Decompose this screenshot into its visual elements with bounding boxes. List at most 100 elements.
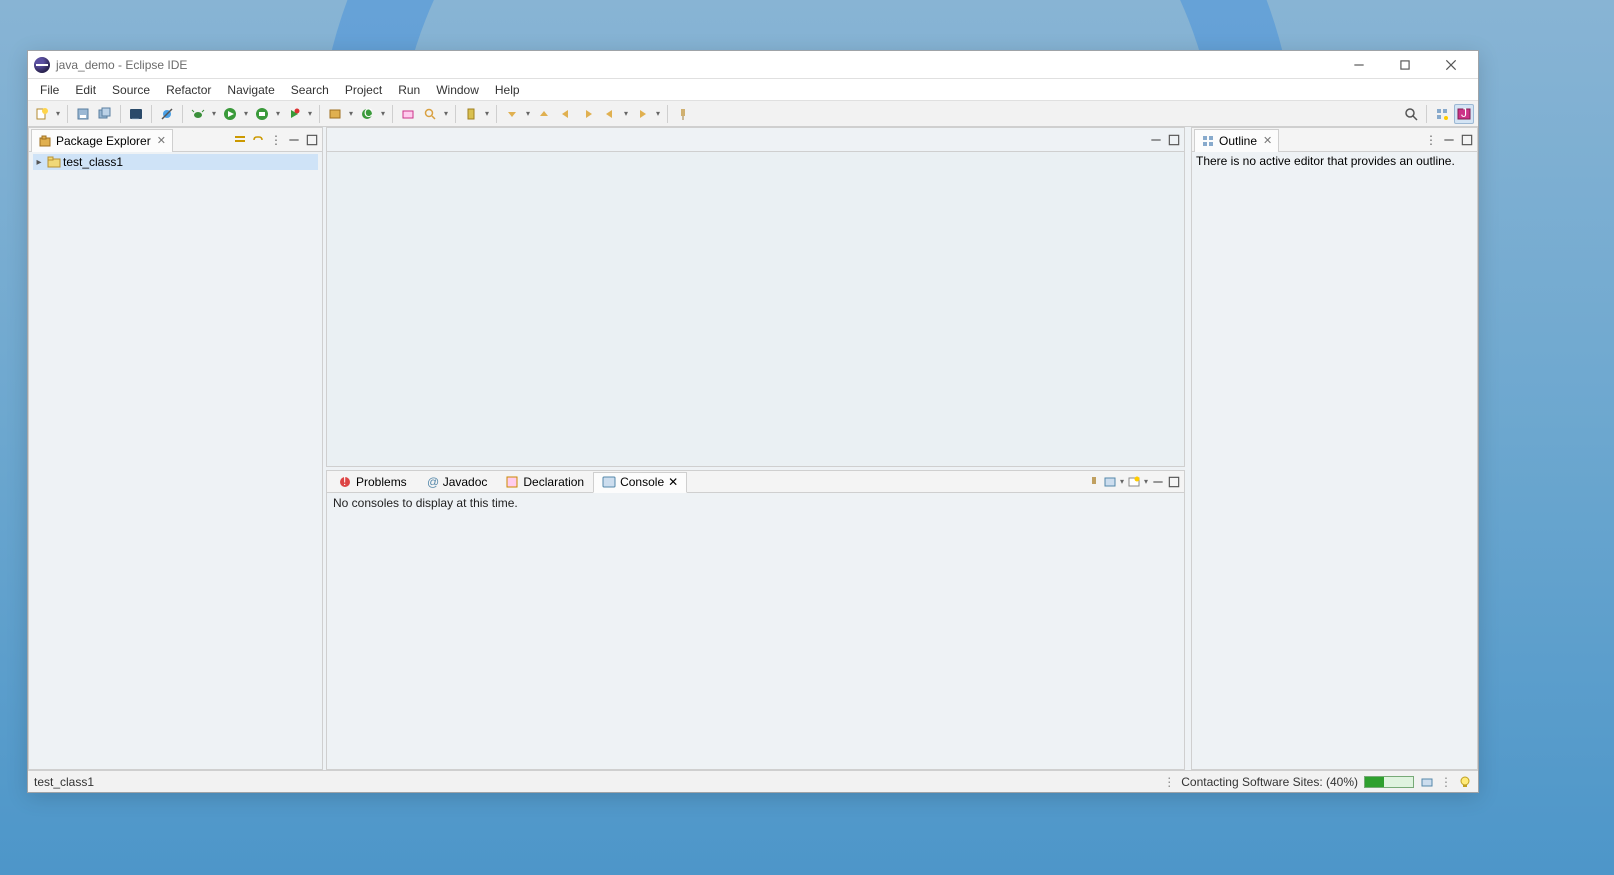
menu-help[interactable]: Help [487, 81, 528, 99]
console-body[interactable]: No consoles to display at this time. [327, 493, 1184, 769]
save-button[interactable] [73, 104, 93, 124]
coverage-dropdown[interactable]: ▾ [274, 109, 282, 118]
debug-dropdown[interactable]: ▾ [210, 109, 218, 118]
new-java-class-button[interactable]: C [357, 104, 377, 124]
outline-title: Outline [1219, 134, 1257, 148]
status-message: Contacting Software Sites: (40%) [1181, 775, 1358, 789]
tab-declaration[interactable]: Declaration [496, 472, 593, 493]
view-menu-button[interactable]: ⋮ [268, 132, 284, 148]
outline-empty-message: There is no active editor that provides … [1196, 154, 1455, 168]
editor-maximize-button[interactable] [1166, 132, 1182, 148]
search-dropdown[interactable]: ▾ [442, 109, 450, 118]
search-button[interactable] [420, 104, 440, 124]
close-icon[interactable]: ✕ [1263, 134, 1272, 147]
expander-icon[interactable]: ▸ [33, 157, 45, 168]
progress-details-icon[interactable] [1420, 775, 1434, 789]
package-explorer-icon [38, 134, 52, 148]
tab-console[interactable]: Console ✕ [593, 472, 687, 493]
open-type-button[interactable] [398, 104, 418, 124]
run-dropdown[interactable]: ▾ [242, 109, 250, 118]
menu-navigate[interactable]: Navigate [219, 81, 282, 99]
minimize-view-button[interactable] [286, 132, 302, 148]
problems-icon: ! [338, 475, 352, 489]
minimize-button[interactable] [1336, 51, 1382, 79]
toggle-mark-button[interactable] [461, 104, 481, 124]
menu-source[interactable]: Source [104, 81, 158, 99]
javadoc-icon: @ [425, 475, 439, 489]
outline-maximize-button[interactable] [1459, 132, 1475, 148]
tip-icon[interactable] [1458, 775, 1472, 789]
tab-javadoc[interactable]: @ Javadoc [416, 472, 497, 493]
editor-minimize-button[interactable] [1148, 132, 1164, 148]
new-dropdown[interactable]: ▾ [54, 109, 62, 118]
collapse-all-button[interactable] [232, 132, 248, 148]
tree-item-label: test_class1 [63, 155, 123, 169]
window-title: java_demo - Eclipse IDE [56, 58, 187, 72]
new-button[interactable] [32, 104, 52, 124]
forward-button[interactable] [578, 104, 598, 124]
outline-header: Outline ✕ ⋮ [1192, 128, 1477, 152]
new-package-dropdown[interactable]: ▾ [347, 109, 355, 118]
run-last-dropdown[interactable]: ▾ [306, 109, 314, 118]
menu-run[interactable]: Run [390, 81, 428, 99]
terminal-button[interactable]: _ [126, 104, 146, 124]
java-perspective-button[interactable]: J [1454, 104, 1474, 124]
outline-view-menu[interactable]: ⋮ [1423, 132, 1439, 148]
svg-text:!: ! [343, 475, 346, 488]
progress-bar [1364, 776, 1414, 788]
outline-body: There is no active editor that provides … [1192, 152, 1477, 769]
menu-search[interactable]: Search [283, 81, 337, 99]
outline-tab[interactable]: Outline ✕ [1194, 129, 1279, 152]
run-button[interactable] [220, 104, 240, 124]
maximize-view-button[interactable] [304, 132, 320, 148]
tree-item[interactable]: ▸ test_class1 [33, 154, 318, 170]
menu-project[interactable]: Project [337, 81, 390, 99]
console-icon [602, 475, 616, 489]
pin-console-button[interactable] [1086, 474, 1102, 490]
menu-window[interactable]: Window [428, 81, 487, 99]
link-editor-button[interactable] [250, 132, 266, 148]
maximize-button[interactable] [1382, 51, 1428, 79]
new-class-dropdown[interactable]: ▾ [379, 109, 387, 118]
open-perspective-button[interactable] [1432, 104, 1452, 124]
menu-edit[interactable]: Edit [67, 81, 104, 99]
eclipse-window: java_demo - Eclipse IDE File Edit Source… [27, 50, 1479, 793]
close-icon[interactable]: ✕ [668, 475, 678, 489]
svg-text:_: _ [131, 107, 139, 120]
open-console-button[interactable] [1126, 474, 1142, 490]
tab-problems[interactable]: ! Problems [329, 472, 416, 493]
back-button[interactable] [556, 104, 576, 124]
menu-file[interactable]: File [32, 81, 67, 99]
java-project-icon [47, 155, 61, 169]
package-explorer-title: Package Explorer [56, 134, 151, 148]
debug-button[interactable] [188, 104, 208, 124]
package-explorer-tab[interactable]: Package Explorer ✕ [31, 129, 173, 152]
menu-refactor[interactable]: Refactor [158, 81, 219, 99]
bottom-minimize-button[interactable] [1150, 474, 1166, 490]
run-last-button[interactable] [284, 104, 304, 124]
close-icon[interactable]: ✕ [157, 134, 166, 147]
quick-access-button[interactable] [1401, 104, 1421, 124]
outline-minimize-button[interactable] [1441, 132, 1457, 148]
mark-dropdown[interactable]: ▾ [483, 109, 491, 118]
statusbar: test_class1 ⋮ Contacting Software Sites:… [28, 770, 1478, 792]
bottom-maximize-button[interactable] [1166, 474, 1182, 490]
package-explorer-body[interactable]: ▸ test_class1 [29, 152, 322, 769]
editor-area[interactable] [326, 127, 1185, 467]
save-all-button[interactable] [95, 104, 115, 124]
display-console-button[interactable] [1102, 474, 1118, 490]
svg-text:C: C [364, 107, 373, 120]
nav-back-button[interactable] [600, 104, 620, 124]
close-button[interactable] [1428, 51, 1474, 79]
coverage-button[interactable] [252, 104, 272, 124]
package-explorer-header: Package Explorer ✕ ⋮ [29, 128, 322, 152]
new-java-package-button[interactable] [325, 104, 345, 124]
svg-text:J: J [1461, 107, 1467, 120]
skip-breakpoints-button[interactable] [157, 104, 177, 124]
prev-annotation-button[interactable] [534, 104, 554, 124]
pin-editor-button[interactable] [673, 104, 693, 124]
next-annotation-button[interactable] [502, 104, 522, 124]
outline-icon [1201, 134, 1215, 148]
menubar: File Edit Source Refactor Navigate Searc… [28, 79, 1478, 101]
nav-forward-button[interactable] [632, 104, 652, 124]
